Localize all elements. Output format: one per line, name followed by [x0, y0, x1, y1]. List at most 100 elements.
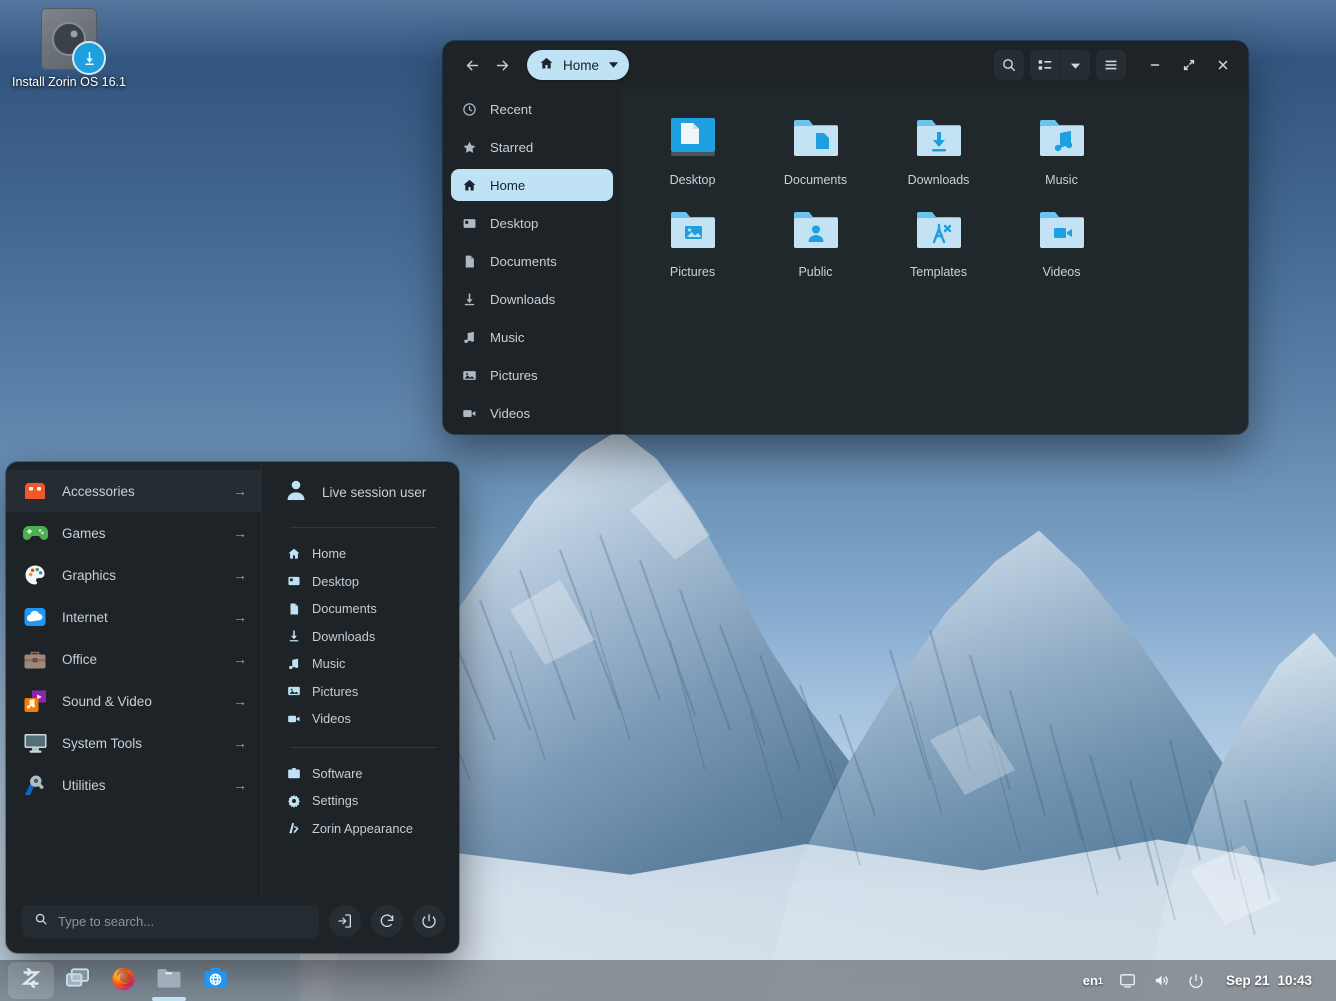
category-internet[interactable]: Internet →	[6, 596, 261, 638]
search-button[interactable]	[994, 50, 1024, 80]
place-videos[interactable]: Videos	[284, 705, 443, 733]
list-view-button[interactable]	[1030, 50, 1060, 80]
forward-button[interactable]	[487, 50, 517, 80]
sidebar-item-music[interactable]: Music	[451, 321, 613, 353]
taskbar-software-center-button[interactable]	[192, 962, 238, 999]
wallpaper-rock-detail	[330, 440, 1336, 1000]
file-name: Desktop	[635, 173, 750, 187]
home-icon	[539, 56, 554, 74]
graphics-icon	[22, 562, 48, 588]
sidebar-label: Pictures	[490, 368, 538, 383]
sidebar-item-downloads[interactable]: Downloads	[451, 283, 613, 315]
sidebar-item-desktop[interactable]: Desktop	[451, 207, 613, 239]
log-out-button[interactable]	[329, 905, 361, 937]
clock-time: 10:43	[1277, 973, 1312, 988]
category-graphics[interactable]: Graphics →	[6, 554, 261, 596]
sidebar-item-home[interactable]: Home	[451, 169, 613, 201]
file-item-pictures[interactable]: Pictures	[631, 193, 754, 285]
desktop-icon-install-zorin[interactable]: Install Zorin OS 16.1	[10, 8, 128, 90]
place-label: Videos	[312, 711, 351, 726]
user-row[interactable]: Live session user	[284, 478, 443, 507]
place-label: Music	[312, 656, 345, 671]
file-name: Public	[758, 265, 873, 279]
chevron-right-icon: →	[233, 651, 247, 667]
category-office[interactable]: Office →	[6, 638, 261, 680]
videos-folder-icon	[1004, 201, 1119, 257]
sidebar-item-starred[interactable]: Starred	[451, 131, 613, 163]
maximize-button[interactable]	[1176, 52, 1202, 78]
view-mode-segment	[1030, 50, 1090, 80]
desktop-icon	[461, 215, 477, 231]
place-desktop[interactable]: Desktop	[284, 568, 443, 596]
sidebar-label: Desktop	[490, 216, 538, 231]
firefox-icon	[110, 965, 137, 997]
category-games[interactable]: Games →	[6, 512, 261, 554]
hamburger-menu-button[interactable]	[1096, 50, 1126, 80]
category-accessories[interactable]: Accessories →	[6, 470, 261, 512]
file-item-downloads[interactable]: Downloads	[877, 101, 1000, 193]
sidebar-item-documents[interactable]: Documents	[451, 245, 613, 277]
sidebar-item-videos[interactable]: Videos	[451, 397, 613, 429]
view-options-button[interactable]	[1060, 50, 1090, 80]
application-menu[interactable]: Accessories → Games →	[6, 462, 459, 953]
chevron-right-icon: →	[233, 609, 247, 625]
file-manager-window[interactable]: Home	[443, 41, 1248, 434]
file-manager-icon	[156, 967, 182, 994]
place-music[interactable]: Music	[284, 650, 443, 678]
file-item-documents[interactable]: Documents	[754, 101, 877, 193]
back-button[interactable]	[457, 50, 487, 80]
shutdown-button[interactable]	[413, 905, 445, 937]
file-item-music[interactable]: Music	[1000, 101, 1123, 193]
system-settings[interactable]: Settings	[284, 787, 443, 815]
file-item-templates[interactable]: Templates	[877, 193, 1000, 285]
taskbar-file-manager-button[interactable]	[146, 962, 192, 999]
document-icon	[461, 253, 477, 269]
music-folder-icon	[1004, 109, 1119, 165]
place-label: Pictures	[312, 684, 358, 699]
place-pictures[interactable]: Pictures	[284, 678, 443, 706]
internet-icon	[22, 604, 48, 630]
menu-divider-2	[290, 747, 437, 748]
search-input[interactable]	[58, 914, 307, 929]
utilities-icon	[22, 772, 48, 798]
sound-video-icon	[22, 688, 48, 714]
app-menu-top: Accessories → Games →	[6, 462, 459, 895]
taskbar-firefox-button[interactable]	[100, 962, 146, 999]
file-item-public[interactable]: Public	[754, 193, 877, 285]
display-button[interactable]	[1114, 966, 1142, 996]
power-menu-button[interactable]	[1182, 966, 1210, 996]
sidebar-item-recent[interactable]: Recent	[451, 93, 613, 125]
file-item-videos[interactable]: Videos	[1000, 193, 1123, 285]
place-home[interactable]: Home	[284, 540, 443, 568]
system-label: Software	[312, 766, 363, 781]
system-label: Zorin Appearance	[312, 821, 413, 836]
volume-button[interactable]	[1148, 966, 1176, 996]
taskbar-zorin-menu-button[interactable]	[8, 962, 54, 999]
documents-folder-icon	[758, 109, 873, 165]
system-software[interactable]: Software	[284, 760, 443, 788]
sidebar-label: Documents	[490, 254, 557, 269]
place-label: Home	[312, 546, 346, 561]
category-label: Internet	[62, 610, 219, 625]
chevron-right-icon: →	[233, 777, 247, 793]
language-indicator[interactable]: en1	[1078, 966, 1108, 996]
minimize-button[interactable]	[1142, 52, 1168, 78]
taskbar-window-overview-button[interactable]	[54, 962, 100, 999]
desktop-folder-icon	[635, 109, 750, 165]
clock[interactable]: Sep 21 10:43	[1216, 966, 1322, 996]
place-downloads[interactable]: Downloads	[284, 623, 443, 651]
breadcrumb-home[interactable]: Home	[527, 50, 629, 80]
category-label: Games	[62, 526, 219, 541]
system-zorin-appearance[interactable]: Zorin Appearance	[284, 815, 443, 843]
search-box[interactable]	[22, 905, 319, 938]
chevron-down-icon[interactable]	[608, 58, 619, 73]
place-documents[interactable]: Documents	[284, 595, 443, 623]
close-button[interactable]	[1210, 52, 1236, 78]
category-utilities[interactable]: Utilities →	[6, 764, 261, 806]
sidebar-item-pictures[interactable]: Pictures	[451, 359, 613, 391]
category-list: Accessories → Games →	[6, 462, 261, 895]
restart-button[interactable]	[371, 905, 403, 937]
category-system-tools[interactable]: System Tools →	[6, 722, 261, 764]
category-sound-video[interactable]: Sound & Video →	[6, 680, 261, 722]
file-item-desktop[interactable]: Desktop	[631, 101, 754, 193]
